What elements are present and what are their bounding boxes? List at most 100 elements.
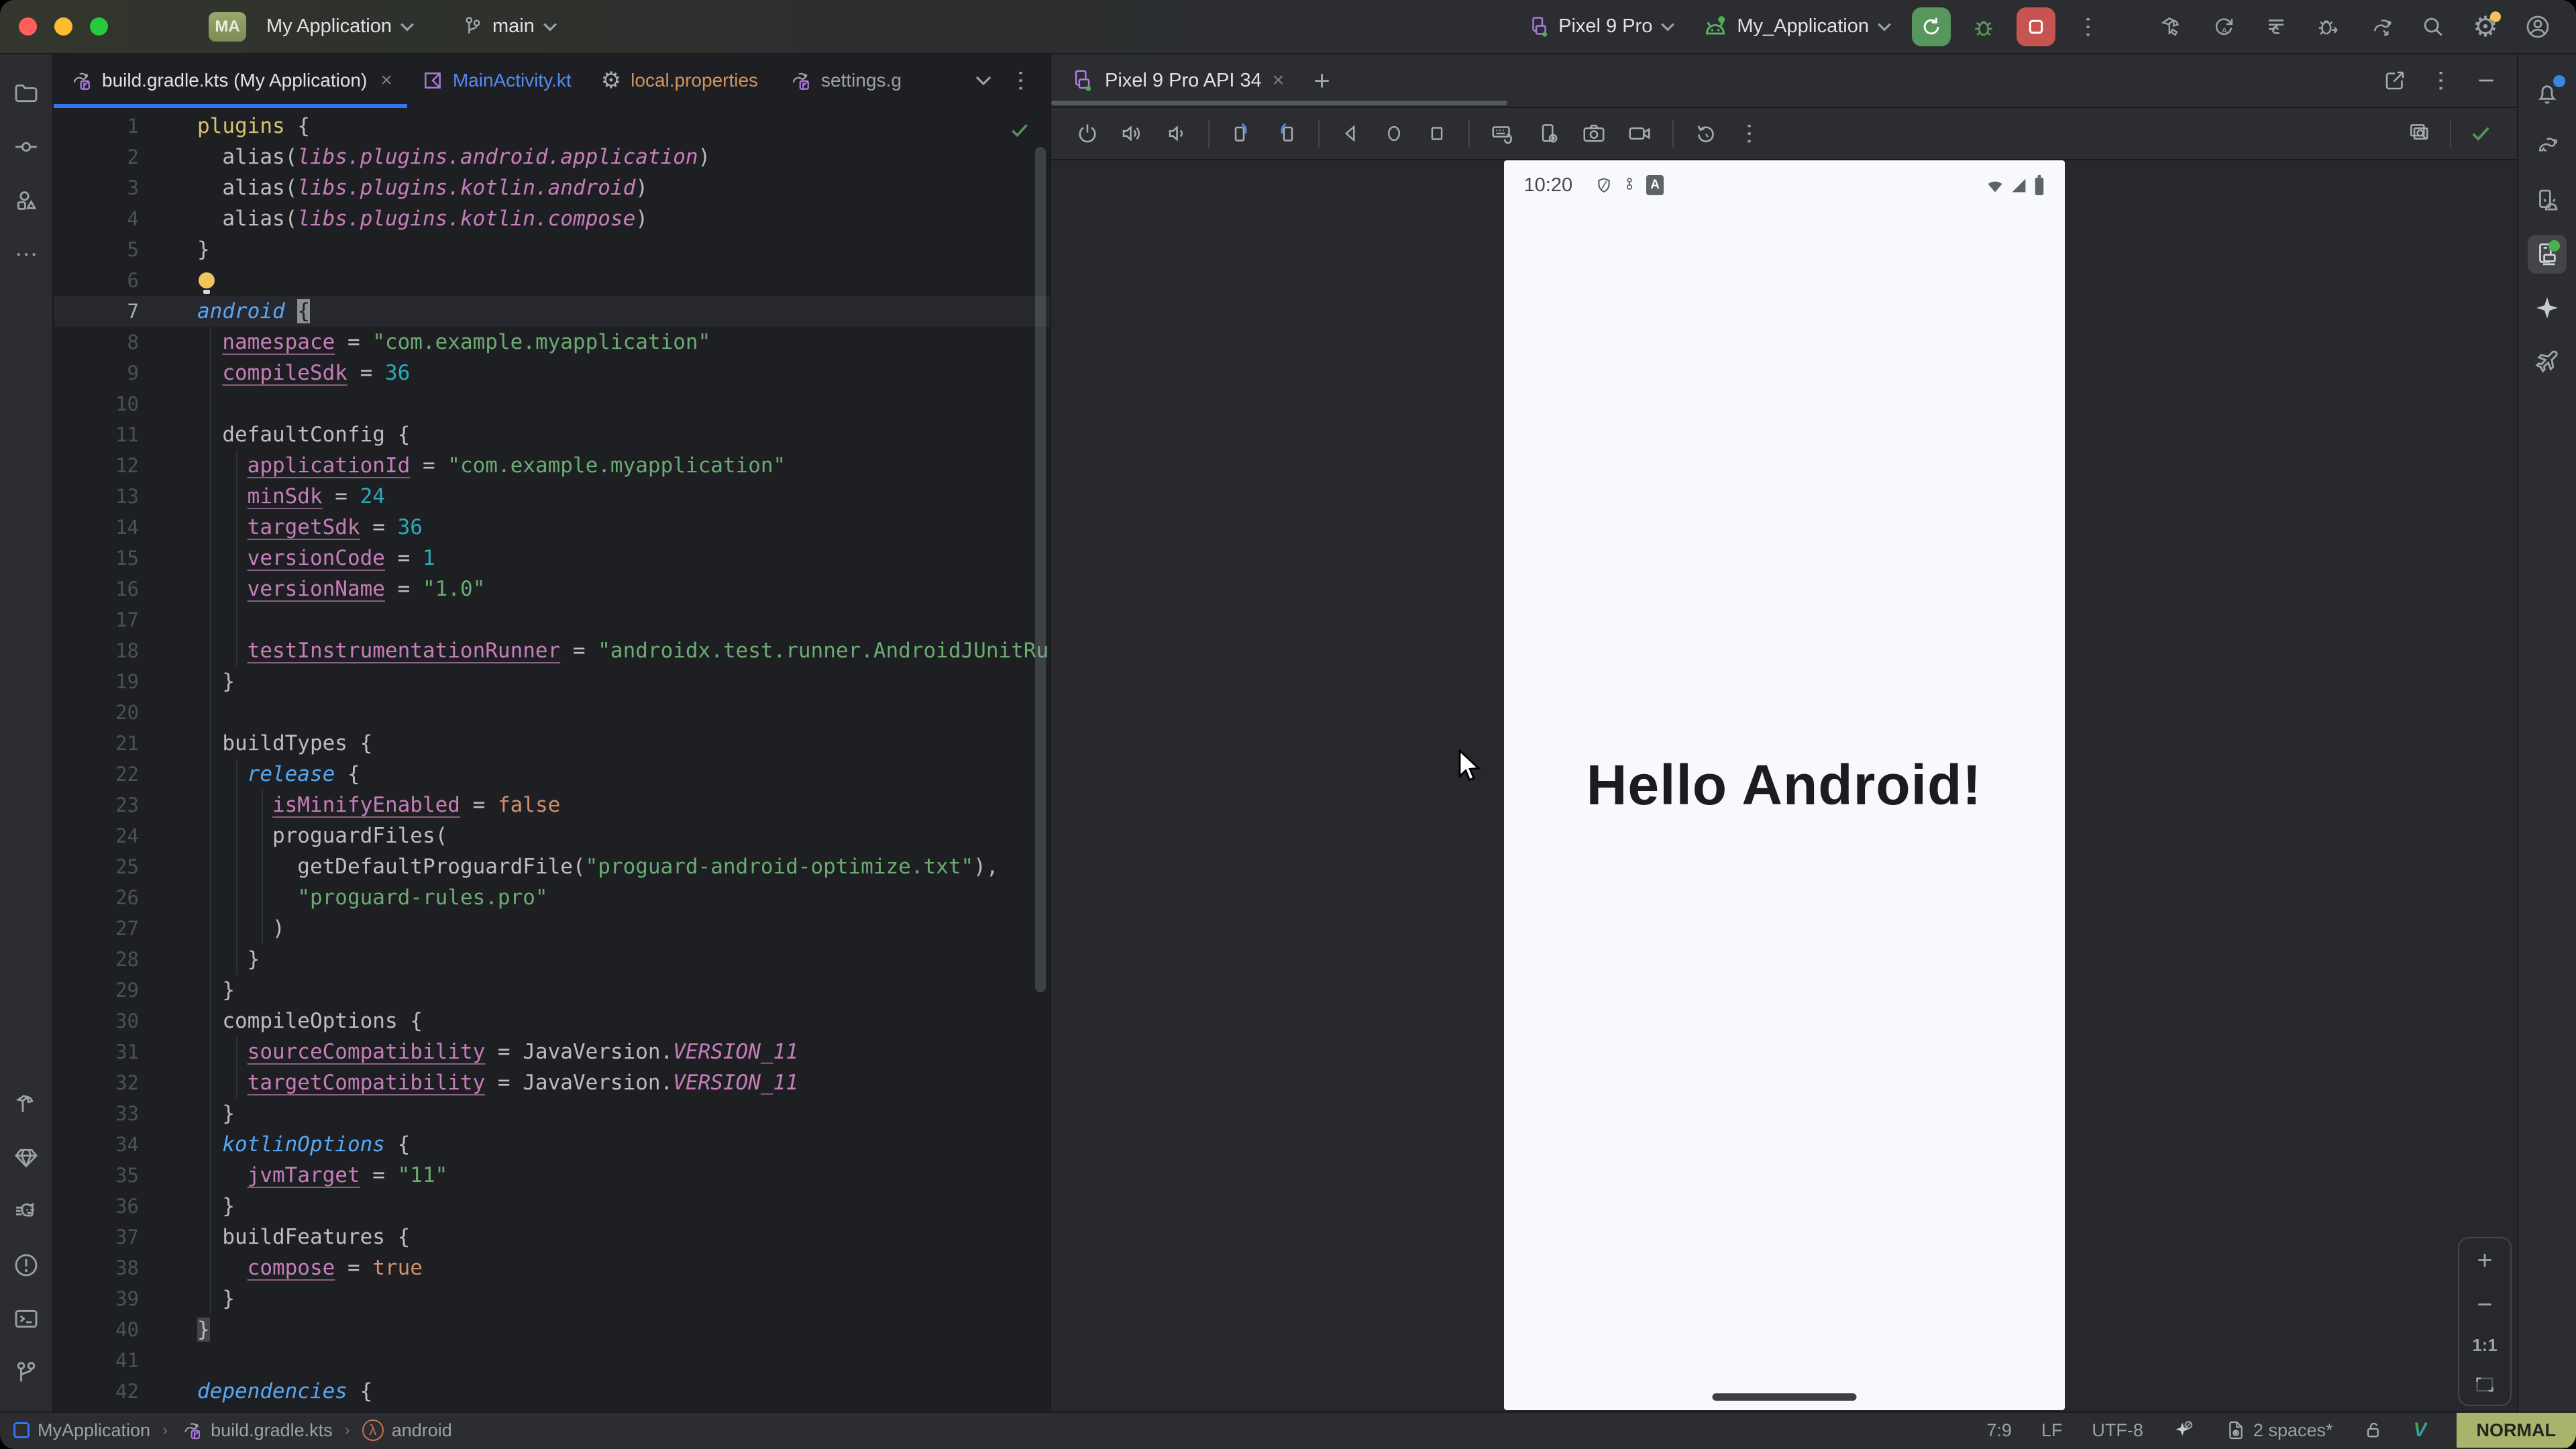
code-editor[interactable]: 1plugins {2 alias(libs.plugins.android.a… <box>54 108 1050 1411</box>
code-line-33[interactable]: 33 } <box>54 1098 1050 1129</box>
device-settings-icon[interactable] <box>1536 121 1561 146</box>
rerun-app-button[interactable] <box>1912 7 1951 46</box>
build-variants-icon[interactable] <box>2257 7 2296 46</box>
tab-settings-gradle[interactable]: settings.g <box>773 54 916 107</box>
overview-icon[interactable] <box>1426 122 1448 145</box>
code-line-39[interactable]: 39 } <box>54 1283 1050 1314</box>
panel-tab-scrollbar[interactable] <box>1051 101 1507 105</box>
caret-position-widget[interactable]: 7:9 <box>1986 1420 2012 1441</box>
running-devices-icon[interactable] <box>2528 235 2567 274</box>
rotate-left-icon[interactable] <box>1230 121 1254 146</box>
app-quality-insights-icon[interactable] <box>7 1138 46 1177</box>
resource-manager-icon[interactable] <box>7 181 46 220</box>
tab-list-chevron-icon[interactable] <box>975 75 992 86</box>
build-icon[interactable] <box>2152 7 2191 46</box>
profiler-icon[interactable] <box>7 1192 46 1231</box>
ai-assistant-disabled-icon[interactable] <box>2173 1419 2196 1442</box>
gesture-navigation-bar[interactable] <box>1712 1393 1856 1401</box>
code-line-36[interactable]: 36 } <box>54 1191 1050 1222</box>
stop-app-button[interactable] <box>2017 7 2055 46</box>
close-window-button[interactable] <box>19 17 37 36</box>
hardware-input-icon[interactable] <box>1490 121 1515 146</box>
vcs-branch-widget[interactable]: main <box>462 15 557 38</box>
indent-widget[interactable]: 2 spaces* <box>2225 1419 2333 1441</box>
code-line-7[interactable]: 7android { <box>54 296 1050 327</box>
tab-local-properties[interactable]: ⚙ local.properties <box>586 54 773 107</box>
breadcrumb-element[interactable]: λ android <box>362 1419 452 1441</box>
profile-avatar-icon[interactable] <box>2518 7 2557 46</box>
settings-gear-icon[interactable]: ⚙ <box>2466 7 2505 46</box>
zoom-out-button[interactable]: − <box>2477 1291 2492 1318</box>
device-manager-icon[interactable] <box>2528 181 2567 220</box>
zoom-window-button[interactable] <box>90 17 108 36</box>
volume-up-icon[interactable] <box>1120 121 1144 146</box>
editor-options-kebab-icon[interactable]: ⋯ <box>1010 69 1032 92</box>
code-line-18[interactable]: 18 testInstrumentationRunner = "androidx… <box>54 635 1050 666</box>
zoom-in-button[interactable]: + <box>2477 1247 2492 1274</box>
back-icon[interactable] <box>1340 122 1362 145</box>
close-tab-icon[interactable]: × <box>380 69 392 92</box>
device-selector[interactable]: Pixel 9 Pro <box>1526 15 1675 39</box>
code-line-27[interactable]: 27 ) <box>54 913 1050 944</box>
line-separator-widget[interactable]: LF <box>2041 1420 2063 1441</box>
volume-down-icon[interactable] <box>1164 121 1188 146</box>
tab-build-gradle-kts[interactable]: build.gradle.kts (My Application) × <box>54 54 407 107</box>
run-configuration-selector[interactable]: My_Application <box>1702 13 1892 40</box>
notifications-bell-icon[interactable] <box>2528 74 2567 113</box>
project-widget[interactable]: MA My Application <box>209 12 415 42</box>
code-line-24[interactable]: 24 proguardFiles( <box>54 820 1050 851</box>
release-assistant-icon[interactable] <box>2528 342 2567 381</box>
code-line-17[interactable]: 17 <box>54 604 1050 635</box>
code-line-40[interactable]: 40} <box>54 1314 1050 1345</box>
code-line-12[interactable]: 12 applicationId = "com.example.myapplic… <box>54 450 1050 481</box>
code-line-3[interactable]: 3 alias(libs.plugins.kotlin.android) <box>54 172 1050 203</box>
attach-debugger-icon[interactable] <box>2309 7 2348 46</box>
code-line-31[interactable]: 31 sourceCompatibility = JavaVersion.VER… <box>54 1036 1050 1067</box>
editor-scrollbar[interactable] <box>1035 147 1046 992</box>
code-line-2[interactable]: 2 alias(libs.plugins.android.application… <box>54 142 1050 172</box>
gradle-icon[interactable] <box>2528 127 2567 166</box>
project-folder-icon[interactable] <box>7 74 46 113</box>
code-line-38[interactable]: 38 compose = true <box>54 1252 1050 1283</box>
code-line-28[interactable]: 28 } <box>54 944 1050 975</box>
code-line-22[interactable]: 22 release { <box>54 759 1050 790</box>
debug-app-button[interactable] <box>1964 7 2003 46</box>
power-icon[interactable] <box>1075 121 1099 146</box>
code-line-25[interactable]: 25 getDefaultProguardFile("proguard-andr… <box>54 851 1050 882</box>
search-icon[interactable] <box>2414 7 2453 46</box>
close-device-tab-icon[interactable]: × <box>1273 69 1285 92</box>
device-tab-pixel-9-pro[interactable]: Pixel 9 Pro API 34 × <box>1051 54 1301 107</box>
code-line-10[interactable]: 10 <box>54 388 1050 419</box>
intention-bulb-icon[interactable] <box>199 272 215 288</box>
code-line-32[interactable]: 32 targetCompatibility = JavaVersion.VER… <box>54 1067 1050 1098</box>
code-line-41[interactable]: 41 <box>54 1345 1050 1376</box>
code-line-30[interactable]: 30 compileOptions { <box>54 1006 1050 1036</box>
terminal-icon[interactable] <box>7 1299 46 1338</box>
code-line-16[interactable]: 16 versionName = "1.0" <box>54 574 1050 604</box>
screen-record-icon[interactable] <box>1627 121 1652 146</box>
rotate-right-icon[interactable] <box>1274 121 1298 146</box>
add-device-tab-icon[interactable]: + <box>1301 64 1342 97</box>
toolbar-kebab-icon[interactable]: ⋯ <box>1738 122 1761 145</box>
more-actions-kebab-icon[interactable]: ⋯ <box>2069 7 2108 46</box>
code-line-37[interactable]: 37 buildFeatures { <box>54 1222 1050 1252</box>
sync-project-icon[interactable]: A <box>2204 7 2243 46</box>
code-line-42[interactable]: 42dependencies { <box>54 1376 1050 1407</box>
reset-icon[interactable] <box>1694 121 1718 146</box>
layout-inspector-icon[interactable] <box>2407 121 2432 146</box>
code-line-21[interactable]: 21 buildTypes { <box>54 728 1050 759</box>
code-line-29[interactable]: 29 } <box>54 975 1050 1006</box>
emulator-screen[interactable]: 10:20 A Hello Android! <box>1504 160 2065 1410</box>
open-in-new-window-icon[interactable] <box>2383 68 2407 93</box>
code-line-4[interactable]: 4 alias(libs.plugins.kotlin.compose) <box>54 203 1050 234</box>
version-control-icon[interactable] <box>7 1353 46 1392</box>
home-icon[interactable] <box>1383 122 1405 145</box>
inspection-ok-check-icon[interactable] <box>1008 119 1031 147</box>
more-tools-icon[interactable]: ⋯ <box>7 235 46 274</box>
gradle-sync-icon[interactable] <box>2361 7 2400 46</box>
fit-to-window-icon[interactable] <box>2473 1373 2496 1396</box>
code-line-9[interactable]: 9 compileSdk = 36 <box>54 358 1050 388</box>
breadcrumb-file[interactable]: build.gradle.kts <box>180 1419 333 1442</box>
tab-mainactivity-kt[interactable]: MainActivity.kt <box>407 54 586 107</box>
encoding-widget[interactable]: UTF-8 <box>2092 1420 2143 1441</box>
